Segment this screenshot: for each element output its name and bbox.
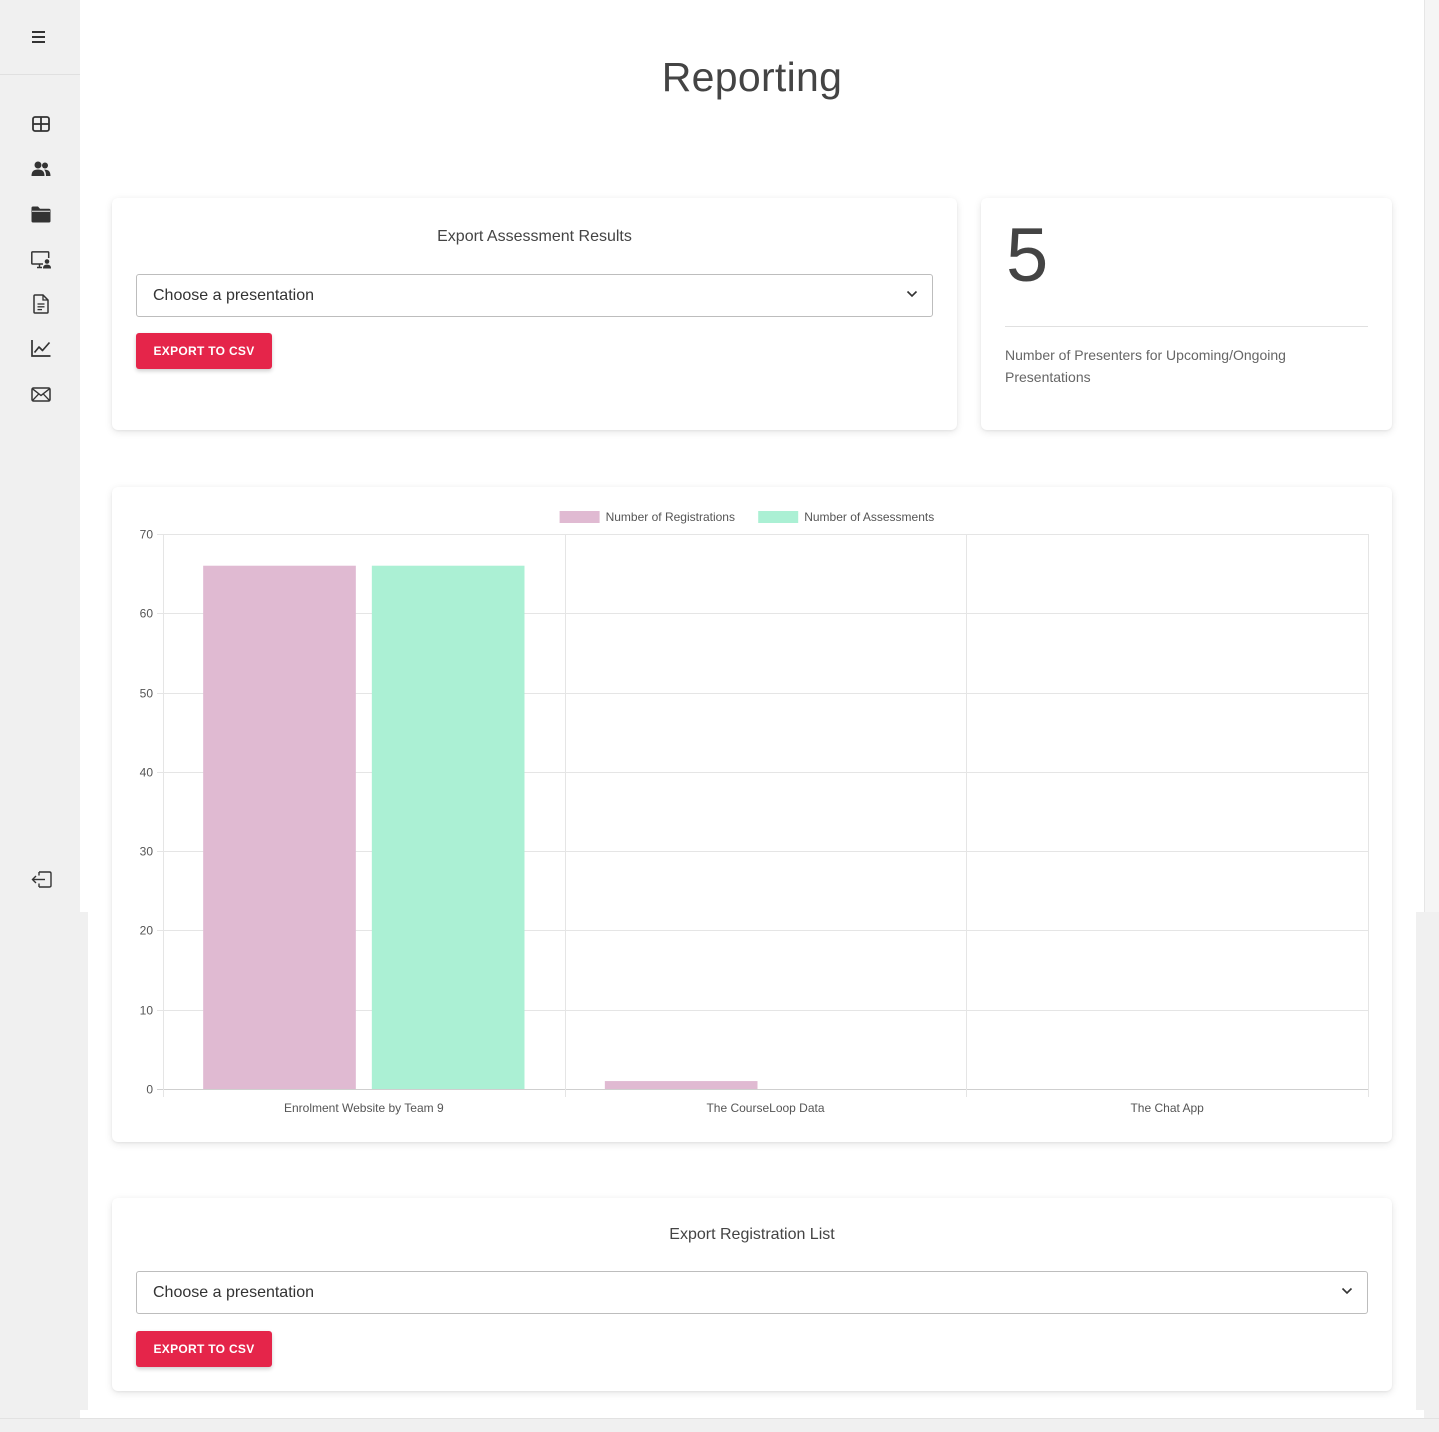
assessment-export-card: Export Assessment Results Choose a prese… — [112, 198, 957, 430]
page-title: Reporting — [661, 54, 843, 100]
bar-registrations — [203, 565, 356, 1089]
menu-toggle-button[interactable] — [0, 0, 80, 75]
legend-swatch — [559, 511, 600, 523]
sidebar — [0, 0, 80, 1432]
dashboard-grid-icon — [32, 116, 50, 132]
stat-divider — [1005, 326, 1368, 327]
sidebar-item-logout[interactable] — [29, 867, 53, 891]
legend-label: Number of Registrations — [606, 510, 735, 524]
bar-assessments — [371, 565, 525, 1089]
registration-export-title: Export Registration List — [669, 1226, 835, 1243]
registration-export-csv-button[interactable]: EXPORT TO CSV — [136, 1331, 272, 1367]
y-tick-label: 40 — [140, 766, 154, 780]
chevron-down-icon — [906, 290, 918, 298]
bar-registrations — [604, 1081, 758, 1089]
assessment-presentation-select[interactable]: Choose a presentation — [136, 274, 933, 317]
sidebar-item-presentations[interactable] — [29, 248, 53, 272]
legend-swatch — [758, 511, 799, 523]
y-tick-label: 50 — [140, 687, 154, 701]
presentation-screen-icon — [30, 251, 51, 269]
presenters-count: 5 — [1006, 213, 1049, 298]
registration-export-card: Export Registration List Choose a presen… — [112, 1198, 1392, 1391]
scrollbar-track[interactable] — [1424, 0, 1439, 912]
y-tick-label: 60 — [140, 607, 154, 621]
sidebar-item-folders[interactable] — [29, 202, 53, 226]
logout-icon — [31, 870, 52, 888]
chevron-down-icon — [1341, 1287, 1353, 1295]
mail-icon — [31, 386, 51, 402]
folder-icon — [31, 206, 51, 222]
registrations-chart-card: 0 10 20 30 40 50 60 70 Enrolment Website by Team… — [112, 487, 1392, 1142]
sidebar-item-reporting[interactable] — [29, 336, 53, 360]
x-tick-label: Enrolment Website by Team 9 — [284, 1101, 444, 1115]
sidebar-item-users[interactable] — [29, 157, 53, 181]
y-tick-label: 70 — [140, 528, 154, 542]
main-content-edge — [80, 1410, 1424, 1418]
presenters-stat-card: 5 Number of Presenters for Upcoming/Ongo… — [981, 198, 1392, 430]
menu-icon — [32, 31, 45, 43]
document-icon — [33, 294, 49, 314]
x-tick-label: The CourseLoop Data — [706, 1101, 824, 1115]
assessment-select-value: Choose a presentation — [153, 286, 314, 304]
assessment-export-csv-button[interactable]: EXPORT TO CSV — [136, 333, 272, 369]
legend-label: Number of Assessments — [804, 510, 934, 524]
sidebar-item-dashboard[interactable] — [29, 112, 53, 136]
footer-strip — [0, 1418, 1439, 1432]
y-tick-label: 10 — [140, 1004, 154, 1018]
x-tick-label: The Chat App — [1130, 1101, 1204, 1115]
y-tick-label: 0 — [146, 1083, 153, 1097]
line-chart-icon — [31, 340, 51, 357]
sidebar-item-documents[interactable] — [29, 292, 53, 316]
y-tick-label: 30 — [140, 845, 154, 859]
sidebar-item-mail[interactable] — [29, 382, 53, 406]
registrations-bar-chart: 0 10 20 30 40 50 60 70 Enrolment Website by Team… — [140, 510, 1369, 1115]
y-tick-label: 20 — [140, 924, 154, 938]
registration-select-value: Choose a presentation — [153, 1283, 314, 1301]
users-icon — [31, 161, 51, 176]
presenters-count-label: Number of Presenters for Upcoming/Ongoin… — [1005, 347, 1286, 385]
assessment-export-title: Export Assessment Results — [437, 228, 632, 245]
registration-presentation-select[interactable]: Choose a presentation — [136, 1271, 1368, 1314]
